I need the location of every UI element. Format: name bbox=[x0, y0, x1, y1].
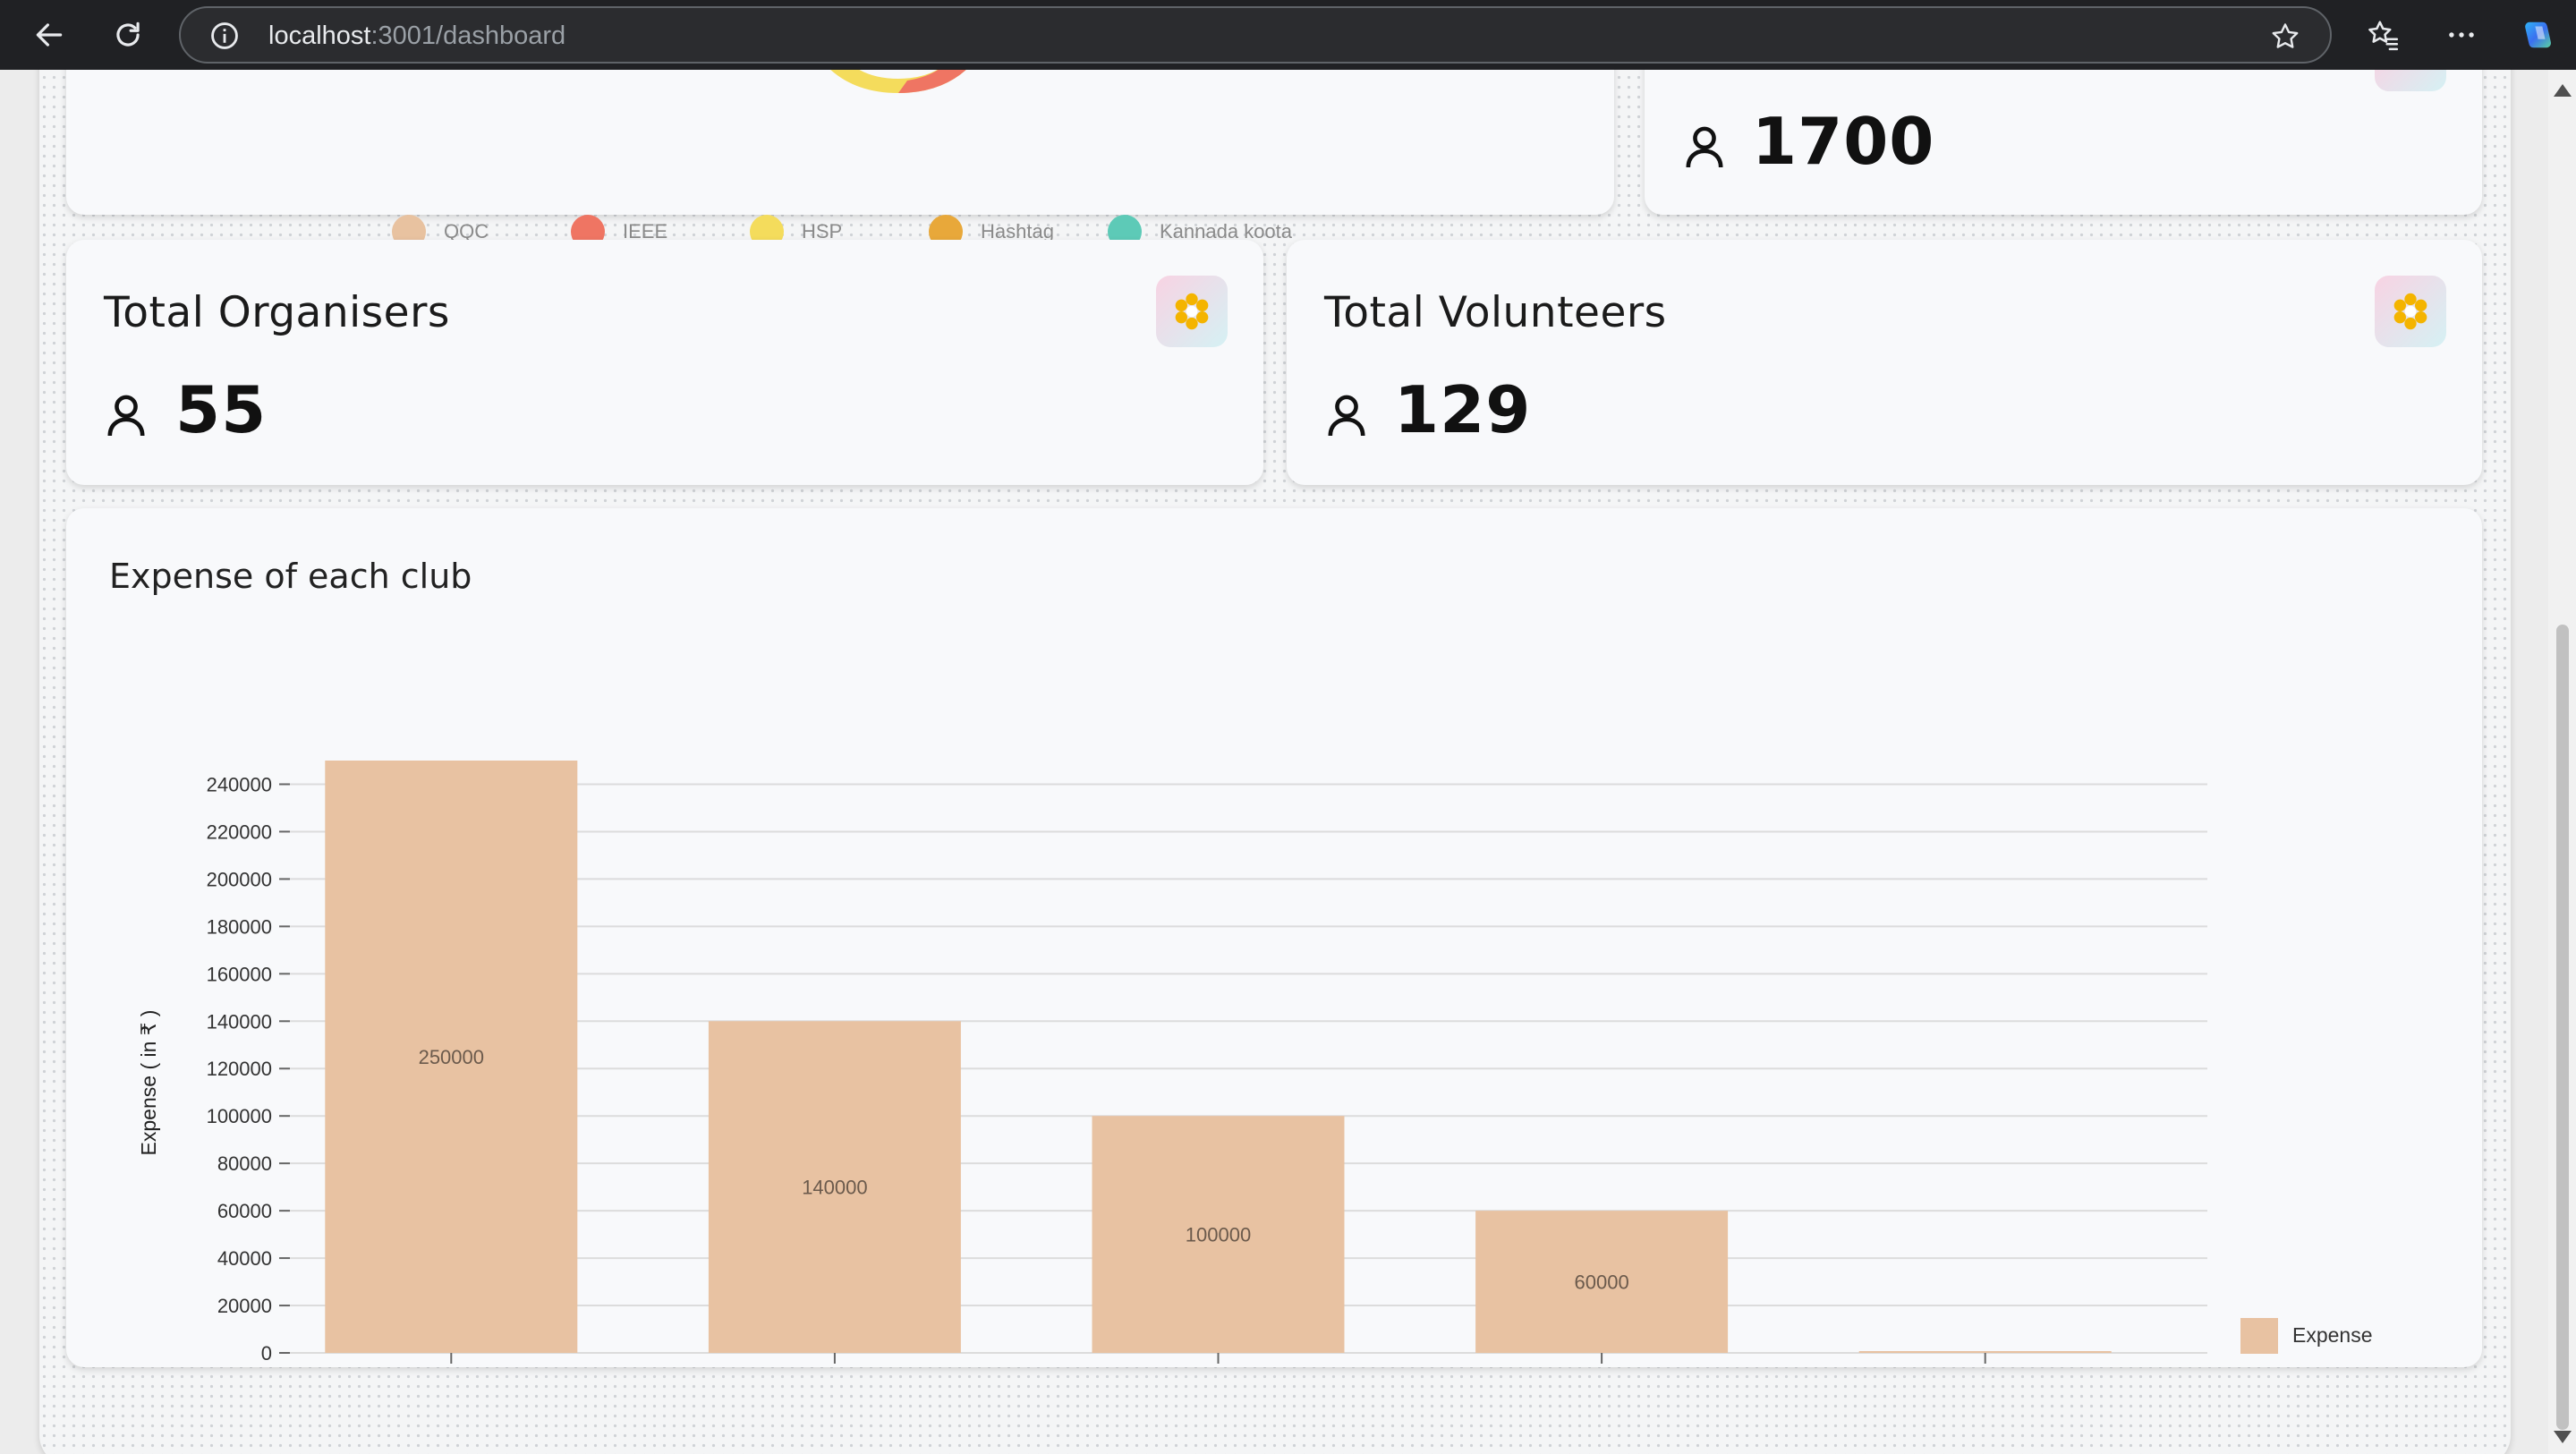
legend-label: Expense bbox=[2292, 1323, 2373, 1347]
page-scrollbar[interactable] bbox=[2548, 70, 2576, 1454]
page-viewport: QQC IEEE HSP Hashtag Kannada koota 1700 bbox=[0, 70, 2548, 1454]
y-tick-label: 80000 bbox=[217, 1152, 272, 1175]
y-tick-label: 60000 bbox=[217, 1200, 272, 1222]
bar-data-label: 140000 bbox=[802, 1177, 867, 1199]
total-organisers-card: Total Organisers 55 bbox=[66, 240, 1263, 485]
y-tick-label: 20000 bbox=[217, 1295, 272, 1317]
club-distribution-card: QQC IEEE HSP Hashtag Kannada koota bbox=[66, 70, 1614, 249]
volunteers-count: 129 bbox=[1394, 372, 1532, 447]
copilot-icon[interactable] bbox=[2514, 13, 2559, 57]
y-axis-title: Expense ( in ₹ ) bbox=[137, 1010, 160, 1156]
card-title: Total Volunteers bbox=[1324, 288, 1667, 337]
expense-chart-card: Expense of each club 0 20000 40000 60000 800… bbox=[66, 508, 2482, 1367]
more-icon[interactable] bbox=[2439, 13, 2484, 57]
y-tick-label: 100000 bbox=[207, 1105, 272, 1127]
scroll-down-icon[interactable] bbox=[2554, 1431, 2572, 1443]
address-bar[interactable]: localhost:3001/dashboard bbox=[179, 6, 2332, 64]
organisers-count: 55 bbox=[175, 372, 268, 447]
y-tick-label: 240000 bbox=[207, 773, 272, 795]
card-badge bbox=[2375, 70, 2446, 91]
expense-bar-chart: 0 20000 40000 60000 80000 100000 120000 140000 1… bbox=[137, 761, 2373, 1365]
y-tick-label: 200000 bbox=[207, 868, 272, 890]
total-count-value: 1700 bbox=[1752, 104, 1935, 179]
reload-icon[interactable] bbox=[106, 13, 150, 57]
favorites-icon[interactable] bbox=[2360, 13, 2405, 57]
y-tick-label: 140000 bbox=[207, 1010, 272, 1033]
flower-icon bbox=[1156, 276, 1228, 347]
scroll-up-icon[interactable] bbox=[2554, 84, 2572, 97]
user-icon bbox=[1686, 126, 1723, 168]
back-arrow-icon[interactable] bbox=[27, 13, 72, 57]
y-tick-label: 40000 bbox=[217, 1247, 272, 1270]
y-tick-label: 180000 bbox=[207, 915, 272, 938]
scroll-thumb[interactable] bbox=[2556, 625, 2569, 1430]
bar-data-label: 60000 bbox=[1575, 1271, 1629, 1294]
total-volunteers-card: Total Volunteers 129 bbox=[1287, 240, 2482, 485]
bookmark-star-icon[interactable] bbox=[2269, 21, 2301, 53]
legend-swatch bbox=[2240, 1318, 2278, 1354]
y-tick-label: 0 bbox=[261, 1342, 272, 1365]
bar-data-label: 100000 bbox=[1186, 1224, 1251, 1246]
total-count-card: 1700 bbox=[1645, 70, 2482, 215]
pie-chart-bottom bbox=[830, 70, 966, 93]
y-tick-label: 120000 bbox=[207, 1058, 272, 1080]
site-info-icon[interactable] bbox=[209, 21, 240, 51]
card-title: Total Organisers bbox=[104, 288, 450, 337]
url-path: :3001/dashboard bbox=[370, 21, 566, 50]
user-icon bbox=[1328, 395, 1365, 437]
y-tick-label: 220000 bbox=[207, 821, 272, 843]
user-icon bbox=[107, 395, 145, 437]
url-text[interactable]: localhost:3001/dashboard bbox=[268, 21, 565, 51]
y-tick-label: 160000 bbox=[207, 963, 272, 985]
bar-hashtag bbox=[1858, 1351, 2112, 1353]
url-host: localhost bbox=[268, 21, 371, 50]
browser-toolbar: localhost:3001/dashboard bbox=[0, 0, 2576, 70]
bar-data-label: 250000 bbox=[419, 1046, 484, 1068]
flower-icon bbox=[2375, 276, 2446, 347]
